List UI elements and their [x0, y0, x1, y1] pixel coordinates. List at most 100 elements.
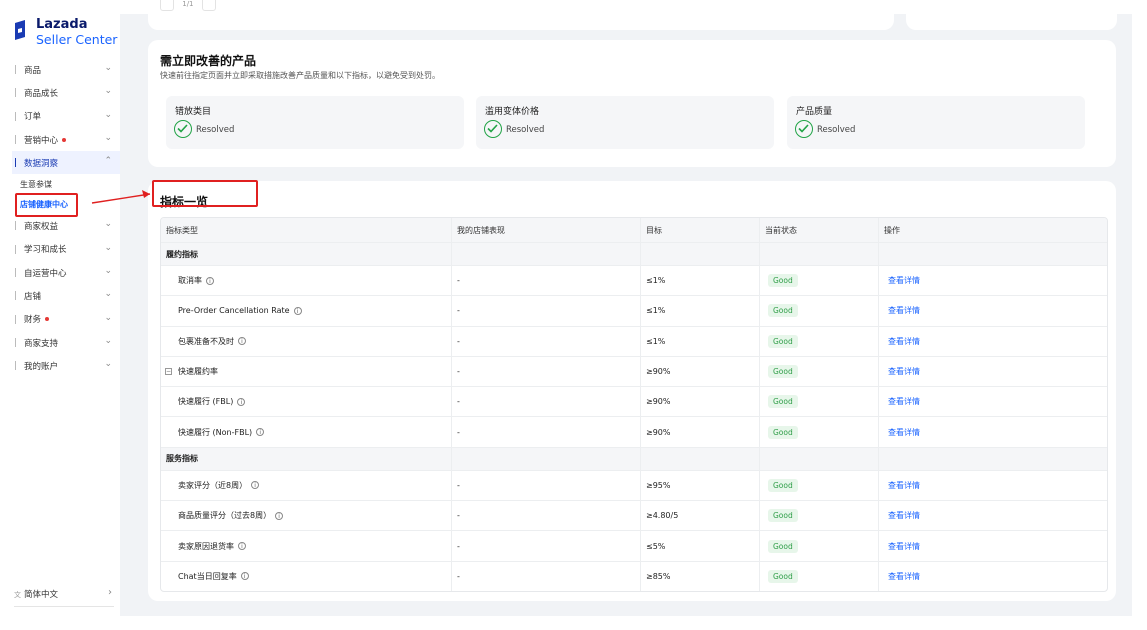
- sidebar-item-store[interactable]: 店铺 ⌄: [0, 284, 120, 307]
- info-icon[interactable]: i: [238, 542, 246, 551]
- status-badge: Good: [768, 304, 798, 318]
- sidebar-item-finance[interactable]: 财务 ⌄: [0, 308, 120, 331]
- metrics-table: 指标类型 我的店铺表现 目标 当前状态 操作 履约指标 取消率 i - ≤1% G…: [160, 217, 1108, 592]
- nav-bar-icon: [15, 337, 16, 347]
- prev-page-button[interactable]: [160, 0, 174, 11]
- info-icon[interactable]: i: [240, 572, 249, 581]
- nav-bar-icon: [15, 361, 16, 371]
- chevron-down-icon: ⌄: [104, 266, 112, 277]
- table-header: 指标类型 我的店铺表现 目标 当前状态 操作: [161, 218, 1107, 242]
- lazada-logo[interactable]: Lazada Seller Center: [14, 18, 120, 52]
- sidebar-item-data-insights[interactable]: 数据洞察 ⌃: [12, 151, 120, 175]
- annotation-highlight-title: [152, 180, 258, 207]
- chevron-down-icon: ⌄: [104, 219, 112, 230]
- column-header: 操作: [878, 218, 1107, 242]
- chevron-down-icon: ⌄: [104, 109, 112, 120]
- sidebar-item-merchant-rights[interactable]: 商家权益 ⌄: [0, 214, 120, 237]
- column-header: 目标: [640, 218, 759, 242]
- sidebar-item-orders[interactable]: 订单 ⌄: [0, 105, 120, 128]
- column-header: 指标类型: [166, 225, 198, 235]
- top-card-partial: 1/1: [148, 0, 894, 30]
- next-page-button[interactable]: [201, 0, 216, 11]
- nav-bar-icon: [15, 244, 16, 254]
- info-icon[interactable]: i: [237, 397, 246, 406]
- lazada-logo-icon: [15, 20, 25, 40]
- chevron-down-icon: ⌄: [104, 86, 112, 97]
- sidebar-item-marketing[interactable]: 营销中心 ⌄: [0, 128, 120, 151]
- check-circle-icon: [174, 120, 192, 138]
- view-details-link[interactable]: 查看详情: [888, 427, 920, 438]
- view-details-link[interactable]: 查看详情: [888, 366, 920, 377]
- status-badge: Good: [768, 478, 798, 492]
- language-switcher[interactable]: 文 简体中文 ›: [0, 584, 120, 604]
- table-row: 包裹准备不及时 i - ≤1% Good 查看详情: [161, 325, 1107, 356]
- notification-dot: [45, 317, 50, 322]
- sidebar-item-learning[interactable]: 学习和成长 ⌄: [0, 238, 120, 261]
- column-header: 我的店铺表现: [451, 218, 640, 242]
- status-badge: Good: [768, 425, 798, 439]
- table-row: 取消率 i - ≤1% Good 查看详情: [161, 265, 1107, 296]
- main-content: 1/1 需立即改善的产品 快速前往指定页面并立即采取措施改善产品质量和以下指标，…: [120, 0, 1132, 616]
- table-row: Chat当日回复率 i - ≥85% Good 查看详情: [161, 560, 1107, 591]
- pagination: 1/1: [160, 0, 216, 11]
- view-details-link[interactable]: 查看详情: [888, 396, 920, 407]
- table-row: 卖家原因退货率 i - ≤5% Good 查看详情: [161, 530, 1107, 561]
- sidebar-item-self-operation[interactable]: 自运营中心 ⌄: [0, 261, 120, 284]
- notification-dot: [62, 137, 67, 142]
- logo-text-lazada: Lazada: [36, 17, 88, 32]
- info-icon[interactable]: i: [293, 306, 302, 315]
- nav-bar-icon: [15, 88, 16, 98]
- language-icon: 文: [14, 591, 21, 599]
- view-details-link[interactable]: 查看详情: [888, 336, 920, 347]
- nav-bar-icon: [15, 268, 16, 278]
- sidebar-item-product-growth[interactable]: 商品成长 ⌄: [0, 81, 120, 104]
- table-row: 快速履行 (FBL) i - ≥90% Good 查看详情: [161, 386, 1107, 417]
- sidebar: Lazada Seller Center 商品 ⌄ 商品成长 ⌄ 订单 ⌄ 营销中心 ⌄…: [0, 0, 120, 630]
- group-row-service: 服务指标: [161, 446, 1107, 470]
- improve-description: 快速前往指定页面并立即采取措施改善产品质量和以下指标，以避免受到处罚。: [160, 71, 440, 80]
- annotation-highlight-sidebar: [15, 193, 78, 217]
- info-icon[interactable]: i: [206, 276, 214, 285]
- nav-bar-icon: [15, 314, 16, 324]
- status-badge: Good: [768, 539, 798, 553]
- collapse-toggle-icon[interactable]: −: [165, 367, 172, 375]
- view-details-link[interactable]: 查看详情: [888, 541, 920, 552]
- status-box-product-quality[interactable]: 产品质量 Resolved: [787, 96, 1085, 149]
- status-badge: Good: [768, 334, 798, 348]
- group-row-fulfillment: 履约指标: [161, 242, 1107, 265]
- sidebar-item-products[interactable]: 商品 ⌄: [0, 58, 120, 81]
- table-row: 商品质量评分（过去8周） i - ≥4.80/5 Good 查看详情: [161, 500, 1107, 531]
- check-circle-icon: [484, 120, 502, 138]
- sidebar-item-support[interactable]: 商家支持 ⌄: [0, 331, 120, 354]
- table-row: Pre-Order Cancellation Rate i - ≤1% Good …: [161, 295, 1107, 326]
- logo-text-seller-center: Seller Center: [36, 32, 118, 47]
- info-icon[interactable]: i: [238, 337, 246, 346]
- info-icon[interactable]: i: [256, 428, 265, 437]
- info-icon[interactable]: i: [251, 481, 260, 490]
- nav-bar-icon: [15, 291, 16, 301]
- metrics-overview-card: 指标一览 指标类型 我的店铺表现 目标 当前状态 操作 履约指标 取消率 i - …: [148, 181, 1116, 601]
- status-badge: Good: [768, 395, 798, 409]
- check-circle-icon: [795, 120, 813, 138]
- view-details-link[interactable]: 查看详情: [888, 571, 920, 582]
- improve-products-card: 需立即改善的产品 快速前往指定页面并立即采取措施改善产品质量和以下指标，以避免受…: [148, 40, 1116, 167]
- sidebar-subitem-business-advisor[interactable]: 生意参谋: [0, 174, 120, 194]
- nav-bar-icon: [15, 111, 16, 121]
- status-badge: Good: [768, 365, 798, 379]
- nav-bar-icon: [15, 134, 16, 144]
- view-details-link[interactable]: 查看详情: [888, 275, 920, 286]
- status-badge: Good: [768, 509, 798, 523]
- info-icon[interactable]: i: [275, 511, 284, 520]
- status-badge: Good: [768, 274, 798, 288]
- view-details-link[interactable]: 查看详情: [888, 305, 920, 316]
- status-badge: Good: [768, 569, 798, 583]
- improve-title: 需立即改善的产品: [160, 54, 257, 68]
- chevron-right-icon: ›: [108, 587, 112, 598]
- view-details-link[interactable]: 查看详情: [888, 510, 920, 521]
- sidebar-item-my-account[interactable]: 我的账户 ⌄: [0, 354, 120, 377]
- sidebar-nav: 商品 ⌄ 商品成长 ⌄ 订单 ⌄ 营销中心 ⌄ 数据洞察 ⌃ 生意参谋 店铺健康中心 商家…: [0, 58, 120, 378]
- status-box-variant-price[interactable]: 滥用变体价格 Resolved: [476, 96, 774, 149]
- nav-bar-icon: [15, 65, 16, 74]
- status-box-misplaced-category[interactable]: 错放类目 Resolved: [166, 96, 464, 149]
- view-details-link[interactable]: 查看详情: [888, 480, 920, 491]
